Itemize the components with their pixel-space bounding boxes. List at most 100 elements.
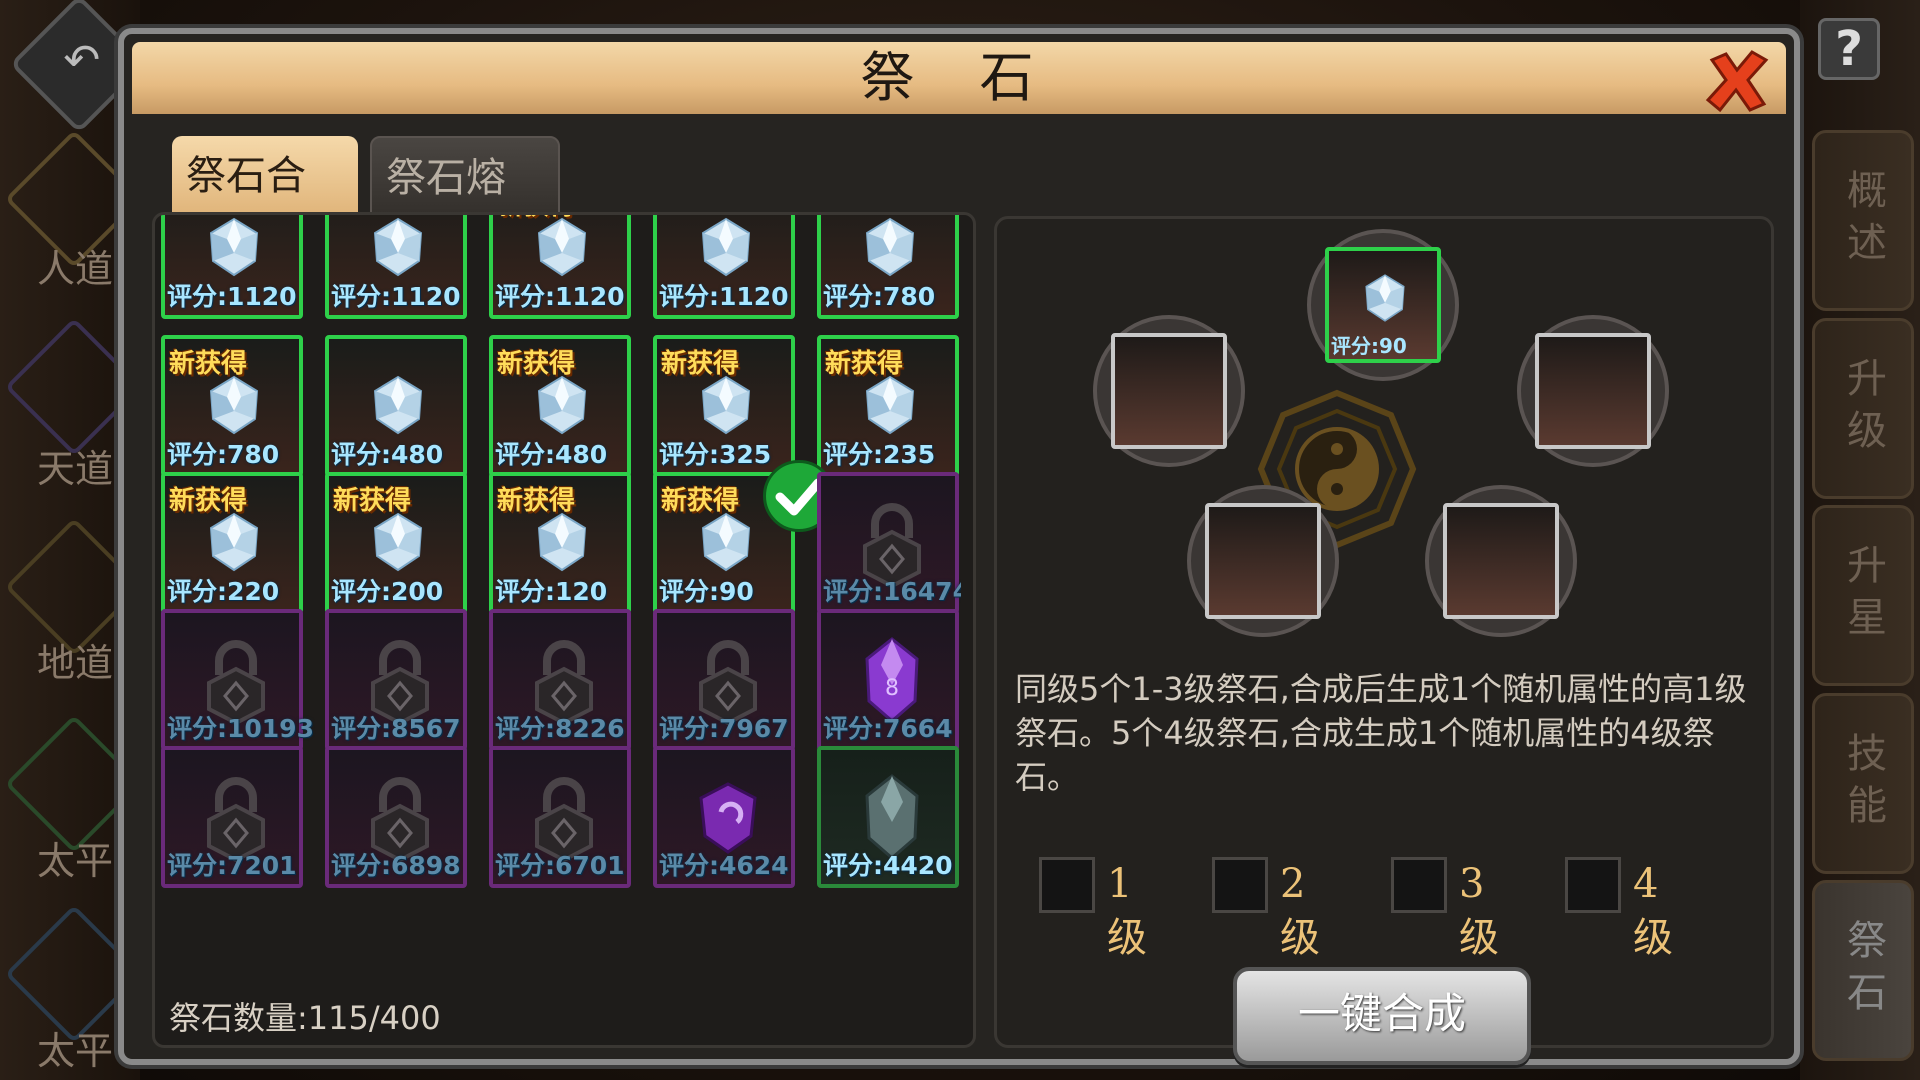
stone-item-cell[interactable]: 新获得 评分:120: [489, 472, 631, 614]
stone-item-cell[interactable]: 新获得 评分:235: [817, 335, 959, 477]
stone-score: 评分:7664: [823, 714, 953, 743]
stone-score: 评分:480: [495, 440, 608, 469]
synthesis-slot-bottom-right[interactable]: [1425, 485, 1577, 637]
stone-score: 评分:4624: [659, 851, 789, 880]
synthesis-slot-top[interactable]: 评分:90: [1307, 229, 1459, 381]
stone-item-cell[interactable]: 新获得评分:200: [325, 472, 467, 614]
stone-item-cell[interactable]: 评分:7967: [653, 609, 795, 751]
checkbox-label: 2级: [1280, 861, 1320, 961]
new-acquired-tag: 新获得: [169, 486, 248, 516]
stone-item-cell[interactable]: 评分:7201: [161, 746, 303, 888]
stone-score: 评分:1120: [659, 282, 789, 311]
background-right-menu: ? 概述 升级 升星 技能 祭石: [1800, 0, 1920, 1080]
tab-stone-smelting[interactable]: 祭石熔炼: [370, 136, 560, 281]
stone-item-cell[interactable]: 评分:480: [325, 335, 467, 477]
checkbox[interactable]: [1039, 857, 1095, 913]
stone-score: 评分:6701: [495, 851, 625, 880]
stone-item-cell[interactable]: 新获得评分:220: [161, 472, 303, 614]
crystal-gem-icon: [373, 512, 423, 572]
new-acquired-tag: 新获得: [497, 349, 576, 379]
bg-menu-item: 天道: [36, 447, 113, 491]
stone-item-cell[interactable]: 新获得评分:1120: [489, 215, 631, 319]
crystal-gem-icon: [373, 217, 423, 277]
crystal-gem-icon: [209, 217, 259, 277]
stone-score: 评分:8226: [495, 714, 625, 743]
checkbox[interactable]: [1391, 857, 1447, 913]
svg-text:8: 8: [885, 676, 899, 701]
crystal-gem-icon: [865, 217, 915, 277]
new-acquired-tag: 新获得: [661, 486, 740, 516]
side-tab-upgrade[interactable]: 升级: [1812, 318, 1914, 499]
stone-score: 评分:10193: [167, 714, 314, 743]
crystal-gem-icon: [209, 512, 259, 572]
bg-menu-item: 太平: [36, 839, 113, 883]
stone-score: 评分:6898: [331, 851, 461, 880]
stone-score: 评分:200: [331, 577, 444, 606]
synthesis-slot-left[interactable]: [1093, 315, 1245, 467]
title-bar: 祭 石: [132, 42, 1786, 114]
synthesis-slot-bottom-left[interactable]: [1187, 485, 1339, 637]
stone-inventory: 评分:1120评分:1120新获得评分:1120评分:1120评分:780新获得…: [152, 212, 976, 1048]
crystal-gem-icon: [865, 375, 915, 435]
stone-score: 评分:480: [331, 440, 444, 469]
crystal-gem-icon: [537, 217, 587, 277]
stone-item-cell[interactable]: 评分:1120: [161, 215, 303, 319]
stone-item-cell[interactable]: 新获得评分:480: [489, 335, 631, 477]
stone-item-cell[interactable]: 评分:4624: [653, 746, 795, 888]
stone-item-cell[interactable]: 评分:6898: [325, 746, 467, 888]
crystal-gem-icon: [209, 375, 259, 435]
crystal-gem-icon: [701, 375, 751, 435]
new-acquired-tag: 新获得: [497, 486, 576, 516]
stone-score: 评分:220: [167, 577, 280, 606]
back-arrow-icon: ↶: [63, 35, 101, 87]
stone-score: 评分:780: [167, 440, 280, 469]
stone-item-cell[interactable]: 评分:16474: [817, 472, 961, 614]
stone-score: 评分:16474: [823, 577, 961, 606]
stone-score: 评分:780: [823, 282, 936, 311]
stone-score: 评分:7967: [659, 714, 789, 743]
stone-score: 评分:90: [659, 577, 754, 606]
stone-score: 评分:1120: [331, 282, 461, 311]
stone-item-cell[interactable]: 新获得评分:325: [653, 335, 795, 477]
checkbox-label: 4级: [1633, 861, 1673, 961]
synthesis-slot-right[interactable]: [1517, 315, 1669, 467]
crystal-gem-icon: [701, 512, 751, 572]
checkbox-label: 1级: [1107, 861, 1147, 961]
new-acquired-tag: 新获得: [333, 486, 412, 516]
crystal-gem-icon: [701, 217, 751, 277]
stone-item-cell[interactable]: 新获得 评分:780: [161, 335, 303, 477]
one-click-synthesis-button[interactable]: 一键合成: [1233, 967, 1531, 1065]
stone-item-cell[interactable]: 评分:4420: [817, 746, 959, 888]
stone-score: 评分:1120: [167, 282, 297, 311]
stone-item-cell[interactable]: 评分:1120: [325, 215, 467, 319]
stone-item-cell[interactable]: 评分:6701: [489, 746, 631, 888]
side-tab-stone[interactable]: 祭石: [1812, 880, 1914, 1061]
stone-score: 评分:1120: [495, 282, 625, 311]
stone-score: 评分:325: [659, 440, 772, 469]
panel-title: 祭 石: [860, 46, 1058, 109]
stone-item-cell[interactable]: 评分:10193: [161, 609, 314, 751]
bg-menu-item: 人道: [36, 247, 113, 291]
stone-score: 评分:8567: [331, 714, 461, 743]
stone-item-cell[interactable]: 评分:780: [817, 215, 959, 319]
checkbox[interactable]: [1565, 857, 1621, 913]
close-icon[interactable]: [1702, 46, 1772, 116]
side-tab-overview[interactable]: 概述: [1812, 130, 1914, 311]
checkbox[interactable]: [1212, 857, 1268, 913]
tab-stone-synthesis[interactable]: 祭石合成: [172, 136, 358, 279]
stone-count: 祭石数量:115/400: [169, 999, 441, 1037]
help-button[interactable]: ?: [1818, 18, 1880, 80]
stone-item-cell[interactable]: 8 评分:7664: [817, 609, 959, 751]
stone-item-cell[interactable]: 评分:8226: [489, 609, 631, 751]
new-acquired-tag: 新获得: [825, 349, 904, 379]
bg-menu-item: 地道: [36, 641, 113, 685]
stone-panel: 祭 石 祭石合成 祭石熔炼 评分:1120评分:1120新获得评分:1120评分…: [118, 28, 1800, 1065]
synthesis-area: 评分:90 同级5个1-3级祭石,合成后生成1个随机属性的高1级祭石。5个4级祭…: [994, 216, 1774, 1065]
crystal-gem-icon: [373, 375, 423, 435]
stone-item-cell[interactable]: 评分:8567: [325, 609, 467, 751]
stone-item-cell[interactable]: 评分:1120: [653, 215, 795, 319]
side-tab-skill[interactable]: 技能: [1812, 693, 1914, 874]
crystal-gem-icon: [537, 512, 587, 572]
new-acquired-tag: 新获得: [661, 349, 740, 379]
side-tab-star[interactable]: 升星: [1812, 505, 1914, 686]
